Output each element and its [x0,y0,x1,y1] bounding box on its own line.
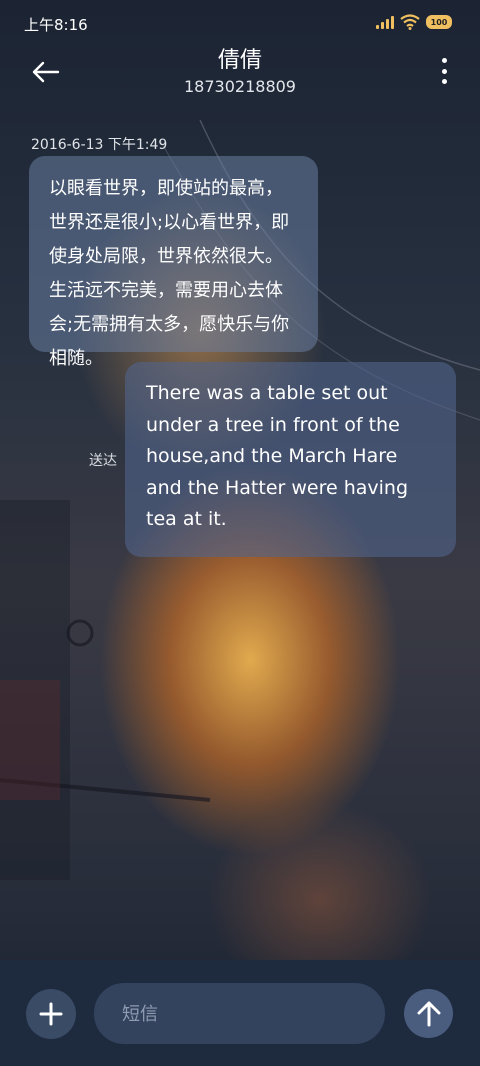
contact-phone-number: 18730218809 [184,77,296,96]
more-vertical-icon[interactable] [438,58,450,84]
incoming-message-text: 以眼看世界，即使站的最高，世界还是很小;以心看世界，即使身处局限，世界依然很大。… [49,178,290,369]
signal-icon [376,15,394,29]
wifi-icon [400,14,420,30]
contact-info[interactable]: 倩倩 18730218809 [0,44,480,98]
send-button[interactable] [404,989,453,1038]
conversation-header: 倩倩 18730218809 [0,44,480,114]
battery-icon: 100 [426,15,452,29]
message-input[interactable] [120,983,364,1046]
plus-icon [39,1002,63,1026]
delivery-status: 送达 [89,453,117,469]
message-input-container[interactable] [94,983,385,1046]
message-timestamp: 2016-6-13 下午1:49 [31,137,168,153]
status-icons: 100 [376,12,452,32]
arrow-up-icon [417,1001,440,1026]
battery-level: 100 [430,17,448,27]
incoming-message-bubble[interactable]: 以眼看世界，即使站的最高，世界还是很小;以心看世界，即使身处局限，世界依然很大。… [29,156,318,369]
status-time: 上午8:16 [24,16,88,34]
composer-bar [0,960,480,1066]
add-attachment-button[interactable] [26,989,76,1039]
contact-name: 倩倩 [217,48,262,73]
outgoing-message-bubble[interactable]: There was a table set out under a tree i… [125,362,456,557]
status-bar: 上午8:16 100 [0,0,480,44]
outgoing-message-text: There was a table set out under a tree i… [146,382,409,530]
